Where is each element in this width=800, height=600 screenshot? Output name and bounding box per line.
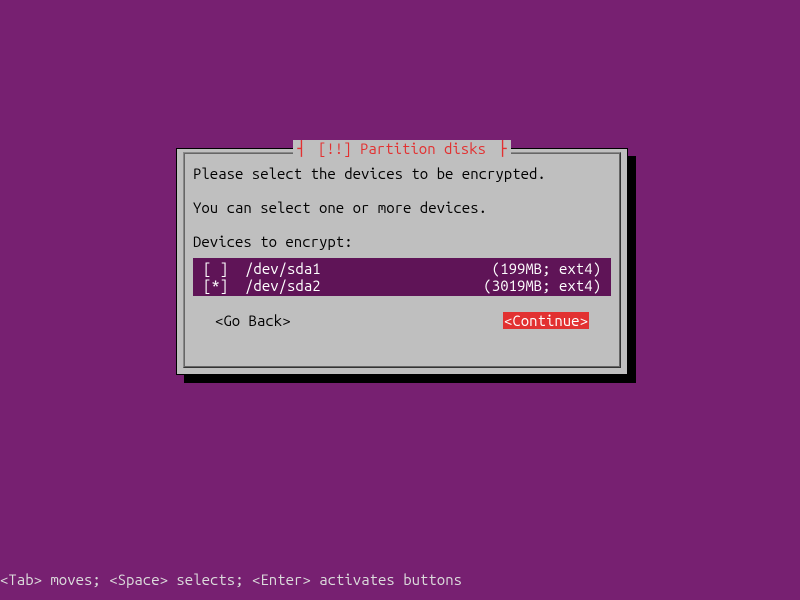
partition-dialog: ┤ [!!] Partition disks ├ Please select t… xyxy=(176,148,628,375)
sub-instruction-text: You can select one or more devices. xyxy=(193,199,611,216)
go-back-button[interactable]: <Go Back> xyxy=(215,312,291,329)
device-row[interactable]: [ ] /dev/sda1 (199MB; ext4) xyxy=(203,260,601,277)
dialog-content: Please select the devices to be encrypte… xyxy=(177,149,627,339)
device-info: (3019MB; ext4) xyxy=(483,277,601,294)
device-info: (199MB; ext4) xyxy=(492,260,601,277)
checkbox[interactable]: [ ] xyxy=(203,260,228,277)
instruction-text: Please select the devices to be encrypte… xyxy=(193,165,611,182)
device-path: /dev/sda2 xyxy=(245,277,321,294)
dialog-title: ┤ [!!] Partition disks ├ xyxy=(177,140,627,157)
checkbox[interactable]: [*] xyxy=(203,277,228,294)
device-row[interactable]: [*] /dev/sda2 (3019MB; ext4) xyxy=(203,277,601,294)
button-row: <Go Back> <Continue> xyxy=(193,312,611,329)
continue-button[interactable]: <Continue> xyxy=(503,312,589,329)
devices-label: Devices to encrypt: xyxy=(193,233,611,250)
footer-hint: <Tab> moves; <Space> selects; <Enter> ac… xyxy=(0,571,462,588)
device-list[interactable]: [ ] /dev/sda1 (199MB; ext4) [*] /dev/sda… xyxy=(193,258,611,296)
device-path: /dev/sda1 xyxy=(245,260,321,277)
